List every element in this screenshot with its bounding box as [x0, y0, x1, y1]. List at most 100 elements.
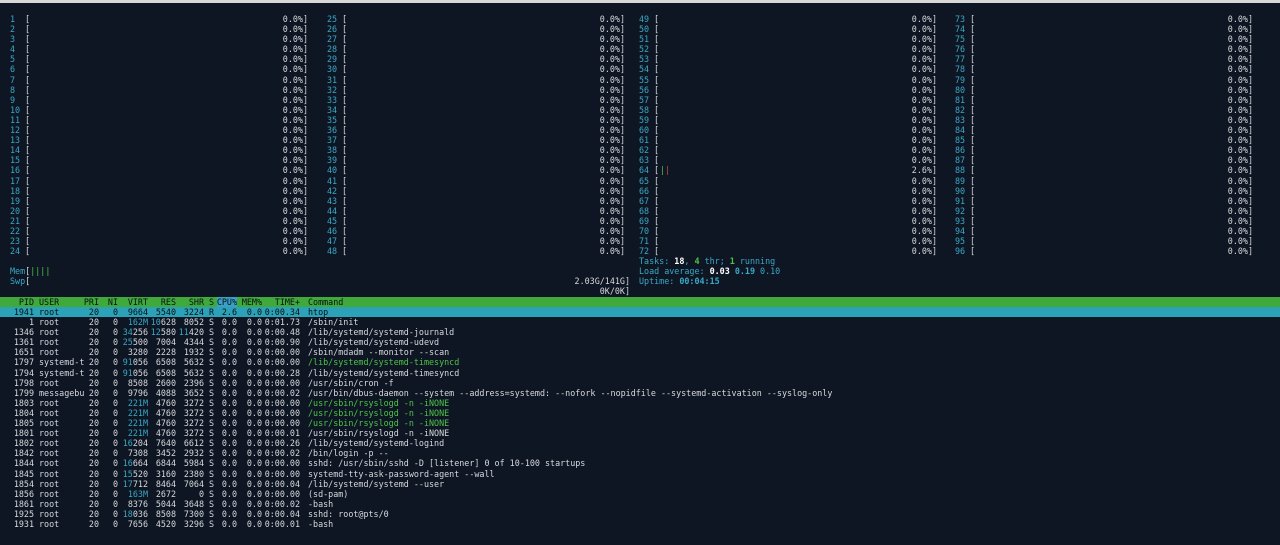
- process-user: root: [39, 458, 60, 469]
- cpu-percent: 0.0%]: [911, 195, 937, 206]
- cpu-bracket-open: [: [654, 24, 660, 35]
- process-row[interactable]: 1801 root 20 0 221M 4760 3272 S 0.0 0.0 0:00.01/us…: [0, 428, 1280, 438]
- process-shr: 2396: [183, 377, 204, 388]
- cpu-percent: 0.0%]: [599, 54, 625, 65]
- cpu-meter: 38 [0.0%]: [327, 145, 625, 155]
- process-row[interactable]: 1805 root 20 0 221M 4760 3272 S 0.0 0.0 0:00.00/us…: [0, 418, 1280, 428]
- process-time: 0:00.02: [264, 448, 300, 459]
- process-user: root: [39, 397, 60, 408]
- process-mem: 0.0: [246, 508, 262, 519]
- process-pid: 1856: [13, 488, 34, 499]
- cpu-number: 19: [10, 195, 21, 206]
- cpu-number: 21: [10, 215, 21, 226]
- cpu-meter: 67 [0.0%]: [639, 196, 937, 206]
- cpu-bracket-open: [: [342, 165, 348, 176]
- cpu-meter: 40 [0.0%]: [327, 165, 625, 175]
- process-row[interactable]: 1861 root 20 0 8376 5044 3648 S 0.0 0.0 0:00.02 -ba…: [0, 499, 1280, 509]
- pid-header[interactable]: PID: [19, 297, 34, 307]
- process-row[interactable]: 1941 root 20 0 9664 5540 3224 R 2.6 0.0 0:00.34 hto…: [0, 307, 1280, 318]
- process-row[interactable]: 1651 root 20 0 3280 2228 1932 S 0.0 0.0 0:00.00/sb…: [0, 347, 1280, 357]
- cpu-percent: 0.0%]: [1227, 34, 1253, 45]
- cpu-bracket-open: [: [654, 94, 660, 105]
- process-row[interactable]: 1797 systemd-t 20 0 91056 6508 5632 S 0.0 0.0 0:00…: [0, 357, 1280, 367]
- process-row[interactable]: 1803 root 20 0 221M 4760 3272 S 0.0 0.0 0:00.00/us…: [0, 398, 1280, 408]
- process-row[interactable]: 1844 root 20 0 16664 6844 5984 S 0.0 0.0 0:00.00 ss…: [0, 458, 1280, 468]
- cpu-meter: 53 [0.0%]: [639, 54, 937, 64]
- process-row[interactable]: 1799 messagebu 20 0 9796 4088 3652 S 0.0 0.0 0:00.…: [0, 388, 1280, 398]
- process-command: sshd: root@pts/0: [308, 508, 389, 519]
- process-row[interactable]: 1346 root 20 0 34256 12580 11420 S 0.0 0.0 0:00.48…: [0, 327, 1280, 337]
- process-ni: 0: [112, 357, 118, 368]
- ni-header[interactable]: NI: [108, 297, 118, 307]
- process-row[interactable]: 1794 systemd-t 20 0 91056 6508 5632 S 0.0 0.0 0:00…: [0, 368, 1280, 378]
- cpu-meter: 82 [0.0%]: [955, 105, 1253, 115]
- cpu-meter: 57 [0.0%]: [639, 95, 937, 105]
- cpu-number: 28: [327, 44, 338, 55]
- process-pri: 20: [88, 387, 99, 398]
- cpu-number: 96: [955, 246, 966, 257]
- cpu-bracket-open: [: [342, 175, 348, 186]
- cpu-number: 5: [10, 54, 16, 65]
- pri-header[interactable]: PRI: [84, 297, 99, 307]
- cpu-meter: 62 [0.0%]: [639, 145, 937, 155]
- process-mem: 0.0: [246, 327, 262, 338]
- cpu-percent: 0.0%]: [911, 94, 937, 105]
- process-row[interactable]: 1 root 20 0 162M 10628 8052 S 0.0 0.0 0:01.73/sbin…: [0, 317, 1280, 327]
- process-row[interactable]: 1798 root 20 0 8508 2600 2396 S 0.0 0.0 0:00.00/us…: [0, 378, 1280, 388]
- user-header[interactable]: USER: [39, 297, 59, 307]
- process-state: S: [209, 357, 215, 368]
- process-res: 2228: [155, 347, 176, 358]
- cpu-bracket-open: [: [970, 155, 976, 166]
- process-row[interactable]: 1361 root 20 0 25500 7004 4344 S 0.0 0.0 0:00.90/l…: [0, 337, 1280, 347]
- cpu-meter: 34 [0.0%]: [327, 105, 625, 115]
- cpu-number: 57: [639, 94, 650, 105]
- cpu-percent: 0.0%]: [599, 145, 625, 156]
- cpu-percent: 0.0%]: [282, 145, 308, 156]
- cpu-number: 77: [955, 54, 966, 65]
- process-shr: 3296: [183, 518, 204, 529]
- cpu-number: 10: [10, 104, 21, 115]
- cpu-meter: 60 [0.0%]: [639, 125, 937, 135]
- process-table-header: PID USER PRI NI VIRT RES SHR S CPU% MEM% TIME+ Comm…: [0, 297, 1280, 308]
- cpu-bracket-open: [: [25, 135, 31, 146]
- process-row[interactable]: 1856 root 20 0 163M 2672 0 S 0.0 0.0 0:00.00 (sd-pa…: [0, 489, 1280, 499]
- window-top-border: [0, 0, 1280, 3]
- cpu-number: 45: [327, 215, 338, 226]
- state-header[interactable]: S: [209, 297, 214, 307]
- cpu-number: 15: [10, 155, 21, 166]
- mem-header[interactable]: MEM%: [242, 297, 262, 307]
- process-list[interactable]: 1941 root 20 0 9664 5540 3224 R 2.6 0.0 0:00.34 hto…: [0, 307, 1280, 529]
- virt-header[interactable]: VIRT: [128, 297, 148, 307]
- process-row[interactable]: 1931 root 20 0 7656 4520 3296 S 0.0 0.0 0:00.01 -ba…: [0, 519, 1280, 529]
- cpu-meter: 28 [0.0%]: [327, 44, 625, 54]
- command-header[interactable]: Command: [308, 297, 343, 307]
- process-row[interactable]: 1804 root 20 0 221M 4760 3272 S 0.0 0.0 0:00.00/us…: [0, 408, 1280, 418]
- cpu-header[interactable]: CPU%: [216, 297, 237, 308]
- cpu-percent: 0.0%]: [911, 236, 937, 247]
- shr-header[interactable]: SHR: [189, 297, 204, 307]
- process-ni: 0: [112, 498, 118, 509]
- cpu-number: 68: [639, 205, 650, 216]
- process-time: 0:00.00: [264, 347, 300, 358]
- process-row[interactable]: 1845 root 20 0 15520 3160 2380 S 0.0 0.0 0:00.00 sy…: [0, 469, 1280, 479]
- cpu-bracket-open: [: [970, 84, 976, 95]
- cpu-percent: 0.0%]: [911, 84, 937, 95]
- process-row[interactable]: 1842 root 20 0 7308 3452 2932 S 0.0 0.0 0:00.02/bi…: [0, 448, 1280, 458]
- process-row[interactable]: 1925 root 20 0 18036 8508 7300 S 0.0 0.0 0:00.04 ss…: [0, 509, 1280, 519]
- cpu-meter: 12 [0.0%]: [10, 125, 308, 135]
- cpu-meter: 80 [0.0%]: [955, 85, 1253, 95]
- cpu-bracket-open: [: [25, 155, 31, 166]
- cpu-percent: 0.0%]: [599, 175, 625, 186]
- process-row[interactable]: 1802 root 20 0 16204 7640 6612 S 0.0 0.0 0:00.26/l…: [0, 438, 1280, 448]
- cpu-percent: 0.0%]: [1227, 195, 1253, 206]
- process-time: 0:00.34: [264, 307, 300, 317]
- time-header[interactable]: TIME+: [275, 297, 300, 307]
- cpu-number: 63: [639, 155, 650, 166]
- process-row[interactable]: 1854 root 20 0 17712 8464 7064 S 0.0 0.0 0:00.04/l…: [0, 479, 1280, 489]
- cpu-number: 43: [327, 195, 338, 206]
- cpu-column: 25 [0.0%] 26 [0.0%] 27 [0.0%] 28 [0.0%] 29 [0.0%]…: [327, 14, 625, 256]
- cpu-number: 53: [639, 54, 650, 65]
- res-header[interactable]: RES: [161, 297, 176, 307]
- cpu-percent: 0.0%]: [282, 24, 308, 35]
- process-time: 0:00.02: [264, 498, 300, 509]
